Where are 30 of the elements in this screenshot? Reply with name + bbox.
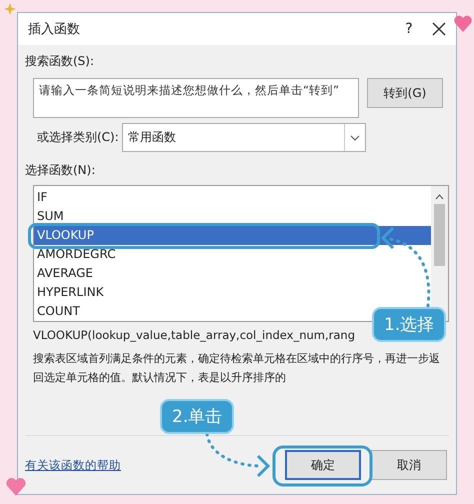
ok-button[interactable]: 确定 xyxy=(285,450,361,480)
star-icon xyxy=(4,3,16,15)
help-button[interactable]: ? xyxy=(394,21,424,37)
chevron-down-icon xyxy=(350,134,360,140)
function-item[interactable]: IF xyxy=(34,188,50,207)
help-link[interactable]: 有关该函数的帮助 xyxy=(25,458,275,472)
search-field[interactable]: 请输入一条简短说明来描述您想做什么，然后单击“转到” xyxy=(33,78,359,118)
function-description: 搜索表区域首列满足条件的元素，确定待检索单元格在区域中的行序号，再进一步返回选定单元格的值。默认情况下，表是以升序排序的 xyxy=(33,351,441,386)
category-label: 或选择类别(C): xyxy=(37,129,119,146)
search-label: 搜索函数(S): xyxy=(25,53,96,70)
function-item[interactable]: COUNT xyxy=(34,302,83,321)
cancel-button[interactable]: 取消 xyxy=(371,450,447,480)
dotted-arrow xyxy=(206,432,270,478)
chevron-up-icon xyxy=(435,194,444,200)
window-title: 插入函数 xyxy=(28,21,81,38)
go-button[interactable]: 转到(G) xyxy=(367,78,443,108)
function-item[interactable]: HYPERLINK xyxy=(34,283,107,302)
function-item[interactable]: AMORDEGRC xyxy=(34,245,119,264)
category-dropdown[interactable]: 常用函数 xyxy=(122,123,366,152)
function-item[interactable]: VLOOKUP xyxy=(34,226,431,245)
heart-icon xyxy=(5,476,27,498)
function-item[interactable]: SUM xyxy=(34,207,67,226)
function-signature: VLOOKUP(lookup_value,table_array,col_index_num,rang xyxy=(33,328,356,342)
heart-icon xyxy=(453,14,473,34)
function-item[interactable]: AVERAGE xyxy=(34,264,96,283)
callout: 1.选择 xyxy=(372,307,446,342)
close-icon[interactable] xyxy=(432,22,446,36)
scrollbar[interactable] xyxy=(431,186,448,321)
callout: 2.单击 xyxy=(160,399,234,434)
function-list-label: 选择函数(N): xyxy=(25,162,96,179)
